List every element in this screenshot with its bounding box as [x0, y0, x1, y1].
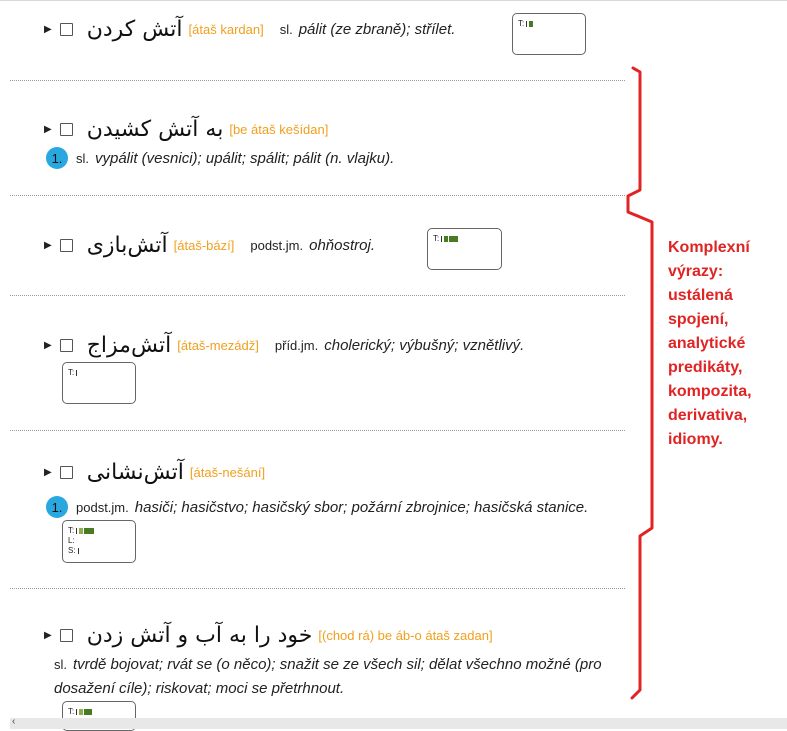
- annotation-label: Komplexní výrazy: ustálená spojení, anal…: [668, 239, 752, 448]
- horizontal-scrollbar[interactable]: [10, 718, 787, 729]
- chevron-left-icon[interactable]: ‹: [12, 716, 15, 727]
